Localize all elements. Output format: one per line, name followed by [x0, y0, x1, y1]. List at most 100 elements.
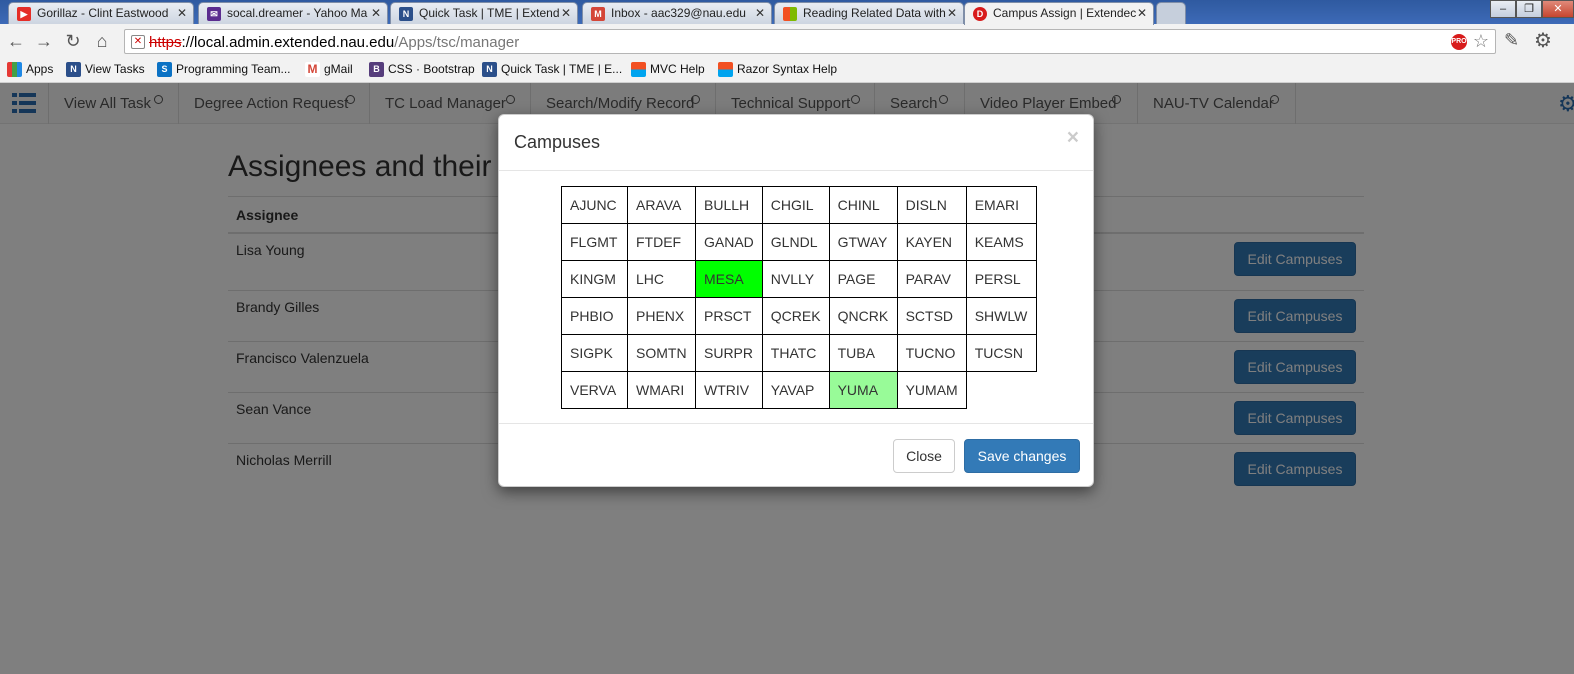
campus-cell-emari[interactable]: EMARI: [965, 186, 1037, 224]
pro-extension-icon[interactable]: PRO: [1451, 34, 1467, 50]
settings-gear-icon[interactable]: ⚙: [1534, 28, 1552, 53]
tab-close-icon[interactable]: ✕: [371, 6, 381, 20]
campus-cell-keams[interactable]: KEAMS: [965, 223, 1037, 261]
campus-cell-verva[interactable]: VERVA: [561, 371, 628, 409]
bookmark-css-bootstrap[interactable]: B CSS · Bootstrap: [369, 62, 475, 77]
forward-arrow-icon[interactable]: →: [33, 30, 55, 52]
back-arrow-icon[interactable]: ←: [5, 30, 27, 52]
browser-tab-active[interactable]: D Campus Assign | Extendec ✕: [964, 2, 1154, 25]
campus-cell-phbio[interactable]: PHBIO: [561, 297, 628, 335]
tab-close-icon[interactable]: ✕: [1137, 6, 1147, 20]
bookmark-gmail[interactable]: M gMail: [305, 62, 353, 77]
campus-cell-glndl[interactable]: GLNDL: [761, 223, 830, 261]
tab-close-icon[interactable]: ✕: [177, 6, 187, 20]
sharepoint-icon: S: [157, 62, 172, 77]
campus-cell-sctsd[interactable]: SCTSD: [896, 297, 967, 335]
campus-cell-phenx[interactable]: PHENX: [627, 297, 696, 335]
insecure-lock-icon[interactable]: ✕: [131, 35, 145, 49]
campus-cell-ftdef[interactable]: FTDEF: [627, 223, 696, 261]
browser-tab[interactable]: N Quick Task | TME | Extend ✕: [390, 2, 578, 24]
address-bar[interactable]: ✕ https://local.admin.extended.nau.edu/A…: [124, 29, 1496, 54]
tab-close-icon[interactable]: ✕: [561, 6, 571, 20]
close-button[interactable]: Close: [893, 439, 955, 473]
campus-cell-kingm[interactable]: KINGM: [561, 260, 628, 298]
bookmark-razor-syntax-help[interactable]: Razor Syntax Help: [718, 62, 837, 77]
campus-cell-bullh[interactable]: BULLH: [695, 186, 763, 224]
bookmark-view-tasks[interactable]: N View Tasks: [66, 62, 145, 77]
yahoo-mail-icon: ✉: [207, 7, 221, 21]
campus-cell-page[interactable]: PAGE: [828, 260, 898, 298]
tab-title: socal.dreamer - Yahoo Ma: [227, 6, 368, 20]
modal-footer: Close Save changes: [499, 423, 1093, 487]
campuses-modal: Campuses × AJUNC ARAVA BULLH CHGIL CHINL DISL…: [498, 114, 1094, 487]
browser-tab[interactable]: ▶ Gorillaz - Clint Eastwood ✕: [8, 2, 194, 24]
window-close-icon[interactable]: ✕: [1542, 0, 1574, 18]
bookmarks-bar: Apps N View Tasks S Programming Team... …: [0, 58, 1574, 83]
campus-cell-persl[interactable]: PERSL: [965, 260, 1037, 298]
url-text[interactable]: https://local.admin.extended.nau.edu/App…: [149, 34, 519, 51]
close-icon[interactable]: ×: [1067, 127, 1079, 148]
campus-cell-parav[interactable]: PARAV: [896, 260, 967, 298]
campus-cell-yavap[interactable]: YAVAP: [761, 371, 830, 409]
browser-tab[interactable]: Reading Related Data with ✕: [774, 2, 964, 24]
campus-cell-tucno[interactable]: TUCNO: [896, 334, 967, 372]
bookmark-star-icon[interactable]: ☆: [1473, 31, 1489, 52]
bootstrap-icon: B: [369, 62, 384, 77]
eyedropper-extension-icon[interactable]: ✎: [1504, 30, 1519, 51]
microsoft-icon: [783, 7, 797, 21]
campus-cell-flgmt[interactable]: FLGMT: [561, 223, 628, 261]
bookmark-programming-team[interactable]: S Programming Team...: [157, 62, 291, 77]
campus-row: SIGPK SOMTN SURPR THATC TUBA TUCNO TUCSN: [561, 334, 1037, 372]
tab-close-icon[interactable]: ✕: [947, 6, 957, 20]
campus-cell-qncrk[interactable]: QNCRK: [828, 297, 898, 335]
campus-cell-chinl[interactable]: CHINL: [828, 186, 898, 224]
tab-title: Campus Assign | Extendec: [993, 6, 1137, 20]
campus-cell-tucsn[interactable]: TUCSN: [965, 334, 1037, 372]
save-changes-button[interactable]: Save changes: [964, 439, 1080, 473]
gmail-icon: M: [305, 62, 320, 77]
bookmark-quick-task[interactable]: N Quick Task | TME | E...: [482, 62, 622, 77]
campus-cell-somtn[interactable]: SOMTN: [627, 334, 696, 372]
campus-cell-gtway[interactable]: GTWAY: [828, 223, 898, 261]
campus-cell-sigpk[interactable]: SIGPK: [561, 334, 628, 372]
microsoft-icon: [631, 62, 646, 77]
campus-cell-yuma[interactable]: YUMA: [828, 371, 898, 409]
campus-cell-nvlly[interactable]: NVLLY: [761, 260, 830, 298]
campus-cell-mesa[interactable]: MESA: [695, 260, 763, 298]
bookmark-apps[interactable]: Apps: [7, 62, 53, 77]
browser-tab[interactable]: M Inbox - aac329@nau.edu ✕: [582, 2, 772, 24]
campus-cell-prsct[interactable]: PRSCT: [695, 297, 763, 335]
reload-icon[interactable]: ↻: [62, 30, 84, 52]
microsoft-icon: [718, 62, 733, 77]
d-icon: D: [973, 7, 987, 21]
gmail-icon: M: [591, 7, 605, 21]
bookmark-mvc-help[interactable]: MVC Help: [631, 62, 705, 77]
new-tab-button[interactable]: [1156, 2, 1186, 24]
campus-cell-disln[interactable]: DISLN: [896, 186, 967, 224]
campus-cell-arava[interactable]: ARAVA: [627, 186, 696, 224]
campus-cell-lhc[interactable]: LHC: [627, 260, 696, 298]
browser-tab[interactable]: ✉ socal.dreamer - Yahoo Ma ✕: [198, 2, 388, 24]
home-icon[interactable]: ⌂: [91, 30, 113, 52]
campus-cell-thatc[interactable]: THATC: [761, 334, 830, 372]
campus-cell-kayen[interactable]: KAYEN: [896, 223, 967, 261]
campus-cell-shwlw[interactable]: SHWLW: [965, 297, 1037, 335]
minimize-icon[interactable]: –: [1490, 0, 1516, 18]
campus-row: PHBIO PHENX PRSCT QCREK QNCRK SCTSD SHWLW: [561, 297, 1037, 335]
tab-close-icon[interactable]: ✕: [755, 6, 765, 20]
campus-cell-tuba[interactable]: TUBA: [828, 334, 898, 372]
tab-title: Inbox - aac329@nau.edu: [611, 6, 746, 20]
campus-cell-yumam[interactable]: YUMAM: [896, 371, 967, 409]
campus-cell-qcrek[interactable]: QCREK: [761, 297, 830, 335]
campus-cell-surpr[interactable]: SURPR: [695, 334, 763, 372]
campus-cell-ganad[interactable]: GANAD: [695, 223, 763, 261]
campus-cell-ajunc[interactable]: AJUNC: [561, 186, 628, 224]
campus-cell-wmari[interactable]: WMARI: [627, 371, 696, 409]
campus-cell-chgil[interactable]: CHGIL: [761, 186, 830, 224]
campus-row: FLGMT FTDEF GANAD GLNDL GTWAY KAYEN KEAMS: [561, 223, 1037, 261]
campus-cell-empty: [966, 372, 1036, 409]
campus-cell-wtriv[interactable]: WTRIV: [695, 371, 763, 409]
modal-header: Campuses ×: [499, 115, 1093, 171]
campus-row: VERVA WMARI WTRIV YAVAP YUMA YUMAM: [561, 371, 1037, 409]
maximize-icon[interactable]: ❐: [1516, 0, 1542, 18]
